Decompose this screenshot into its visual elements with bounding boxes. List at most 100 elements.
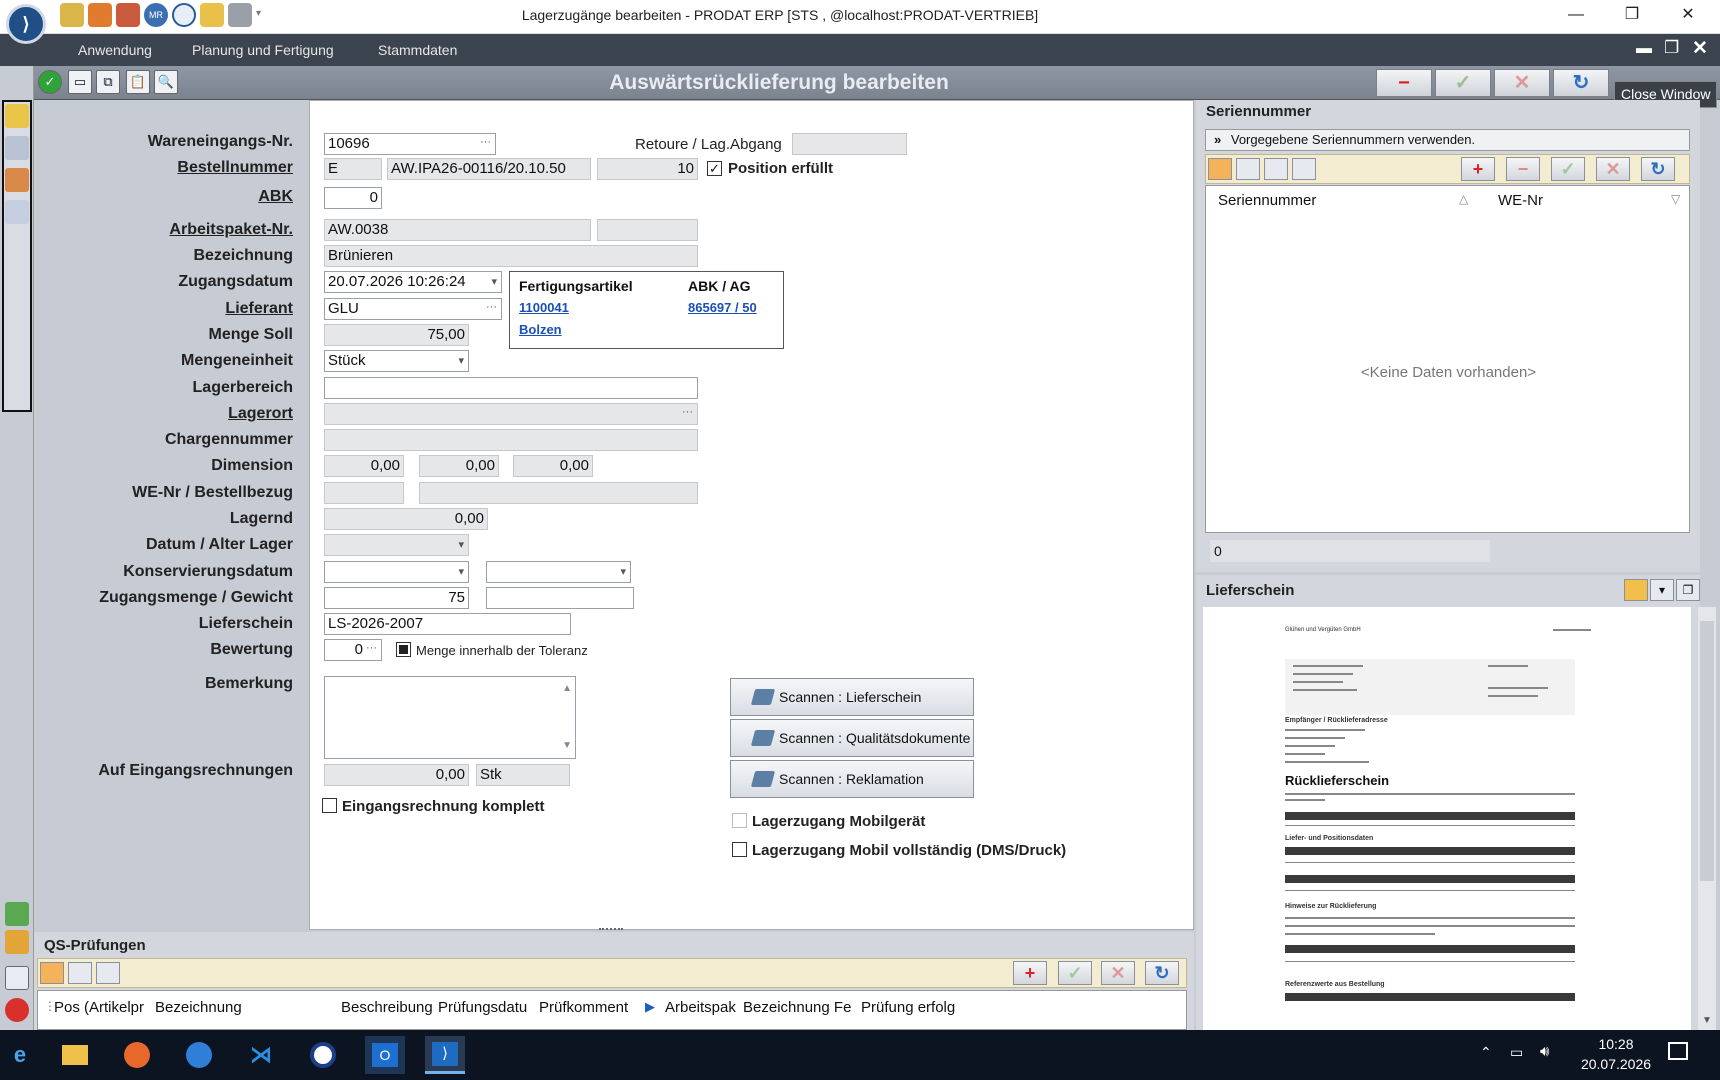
view-icon[interactable] (1292, 158, 1316, 180)
qs-col-bezeichnung[interactable]: Bezeichnung (155, 999, 242, 1016)
mdi-restore-icon[interactable]: ❐ (1664, 38, 1679, 58)
label-lieferant[interactable]: Lieferant (225, 300, 293, 318)
label-lagerort[interactable]: Lagerort (228, 405, 293, 423)
splitter-handle[interactable] (599, 928, 623, 931)
open-folder-icon[interactable] (1624, 579, 1648, 601)
scan-lieferschein-button[interactable]: Scannen : Lieferschein (730, 678, 974, 716)
tray-chevron-icon[interactable]: ⌃ (1480, 1044, 1492, 1061)
serien-remove-button[interactable]: − (1506, 157, 1540, 181)
fertigung-artikel-link[interactable]: 1100041 (519, 300, 569, 315)
menu-planung[interactable]: Planung und Fertigung (192, 42, 334, 58)
lagerbereich-field[interactable] (324, 377, 698, 399)
seriennummer-hint-bar[interactable]: » Vorgegebene Seriennummern verwenden. (1205, 129, 1690, 151)
delete-button[interactable]: − (1376, 69, 1432, 97)
mengeneinheit-select[interactable]: Stück (324, 350, 469, 372)
clock-date[interactable]: 20.07.2026 (1578, 1056, 1654, 1072)
vscode-icon[interactable]: ⋊ (241, 1036, 281, 1074)
mobil-checkbox[interactable] (732, 813, 747, 828)
qs-add-button[interactable]: + (1013, 961, 1047, 985)
scrollbar-thumb[interactable] (1700, 621, 1714, 881)
wareneingang-field[interactable]: 10696 (324, 133, 496, 155)
qs-col-beschreibung[interactable]: Beschreibung (341, 999, 435, 1016)
app-logo-icon[interactable]: ⟩ (6, 4, 46, 44)
qs-refresh-button[interactable]: ↻ (1145, 961, 1179, 985)
qs-col-bezeichnung-fe[interactable]: Bezeichnung Fe (743, 999, 857, 1016)
nav-list-icon[interactable] (5, 136, 29, 160)
menu-anwendung[interactable]: Anwendung (78, 42, 152, 58)
grid-icon[interactable] (1208, 158, 1232, 180)
nav-tool-icon[interactable] (5, 168, 29, 192)
fertigung-abk-link[interactable]: 865697 / 50 (688, 300, 757, 315)
serien-ok-button[interactable]: ✓ (1551, 157, 1585, 181)
nav-page-icon[interactable] (5, 966, 29, 990)
teamviewer-icon[interactable] (303, 1036, 343, 1074)
nav-stop-icon[interactable] (5, 998, 29, 1022)
position-erfuellt-checkbox[interactable]: ✓ (707, 161, 722, 176)
view-icon[interactable] (96, 962, 120, 984)
grid-icon[interactable] (40, 962, 64, 984)
menu-stammdaten[interactable]: Stammdaten (378, 42, 457, 58)
cancel-button[interactable]: ✕ (1494, 69, 1550, 97)
bewertung-field[interactable]: 0 (324, 639, 382, 661)
qs-cancel-button[interactable]: ✕ (1101, 961, 1135, 985)
sort-asc-icon[interactable]: △ (1459, 192, 1468, 206)
zugangsdatum-field[interactable]: 20.07.2026 10:26:24 (324, 271, 502, 293)
ie-icon[interactable]: e (0, 1036, 40, 1074)
filter-clear-icon[interactable] (1264, 158, 1288, 180)
scan-quali-button[interactable]: Scannen : Qualitätsdokumente (730, 719, 974, 757)
qs-col-pruefung-erfolgt[interactable]: Prüfung erfolg (861, 999, 959, 1016)
serien-add-button[interactable]: + (1461, 157, 1495, 181)
volume-icon[interactable]: 🔊︎ (1540, 1043, 1549, 1060)
nav-doc-icon[interactable] (5, 200, 29, 224)
scrollbar[interactable]: ▼ (1698, 607, 1716, 1031)
label-bestellnummer[interactable]: Bestellnummer (177, 159, 293, 177)
qs-col-pruefkommentar[interactable]: Prüfkomment (539, 999, 637, 1016)
columns-icon[interactable] (1236, 158, 1260, 180)
abk-field[interactable]: 0 (324, 187, 382, 209)
panel-menu-icon[interactable]: ▾ (1650, 579, 1674, 601)
close-button[interactable]: ✕ (1660, 0, 1716, 32)
filter-icon[interactable]: ▽ (1671, 192, 1680, 206)
eingangsrechnung-komplett-checkbox[interactable] (322, 798, 337, 813)
app-blue-icon[interactable] (179, 1036, 219, 1074)
qs-ok-button[interactable]: ✓ (1058, 961, 1092, 985)
nav-note-icon[interactable] (5, 104, 29, 128)
zugangsmenge-field[interactable]: 75 (324, 587, 469, 609)
grid-header-seriennummer[interactable]: Seriennummer (1218, 192, 1316, 209)
nav-chart-icon[interactable] (5, 902, 29, 926)
konservierung-date-select[interactable] (324, 561, 469, 583)
refresh-button[interactable]: ↻ (1553, 69, 1609, 97)
qs-col-arbeitspaket[interactable]: Arbeitspak (665, 999, 737, 1016)
qs-col-pos[interactable]: Pos (Artikelpr (54, 999, 144, 1016)
scan-reklamation-button[interactable]: Scannen : Reklamation (730, 760, 974, 798)
maximize-button[interactable]: ❐ (1604, 0, 1660, 32)
bemerkung-scroll-up-icon[interactable]: ▲ (562, 679, 572, 699)
lieferant-field[interactable]: GLU (324, 298, 502, 320)
bemerkung-scroll-down-icon[interactable]: ▼ (562, 736, 572, 756)
prodat-taskbar-icon[interactable]: ⟩ (425, 1036, 465, 1074)
mdi-minimize-icon[interactable]: ▬ (1636, 40, 1652, 58)
mobil-vollstaendig-checkbox[interactable] (732, 842, 747, 857)
serien-refresh-button[interactable]: ↻ (1641, 157, 1675, 181)
grid-header-we-nr[interactable]: WE-Nr (1498, 192, 1543, 209)
clock-time[interactable]: 10:28 (1578, 1036, 1654, 1052)
minimize-button[interactable]: — (1548, 0, 1604, 32)
panel-restore-icon[interactable]: ❐ (1676, 579, 1700, 601)
serien-cancel-button[interactable]: ✕ (1596, 157, 1630, 181)
label-abk[interactable]: ABK (258, 188, 293, 206)
scroll-down-icon[interactable]: ▼ (1702, 1015, 1712, 1026)
nav-chart2-icon[interactable] (5, 930, 29, 954)
notification-icon[interactable] (1668, 1042, 1688, 1060)
explorer-icon[interactable] (55, 1036, 95, 1074)
qs-col-pruefungsdatum[interactable]: Prüfungsdatu (438, 999, 536, 1016)
gewicht-field[interactable] (486, 587, 634, 609)
mdi-close-icon[interactable]: ✕ (1692, 37, 1708, 60)
network-icon[interactable]: ▭ (1510, 1044, 1523, 1061)
bemerkung-textarea[interactable]: ▲ ▼ (324, 676, 576, 759)
firefox-icon[interactable] (117, 1036, 157, 1074)
fertigung-bezeichnung-link[interactable]: Bolzen (519, 322, 562, 337)
label-arbeitspaket[interactable]: Arbeitspaket-Nr. (169, 221, 293, 239)
filter-clear-icon[interactable] (68, 962, 92, 984)
toleranz-checkbox[interactable] (396, 642, 411, 657)
outlook-icon[interactable]: O (365, 1036, 405, 1074)
